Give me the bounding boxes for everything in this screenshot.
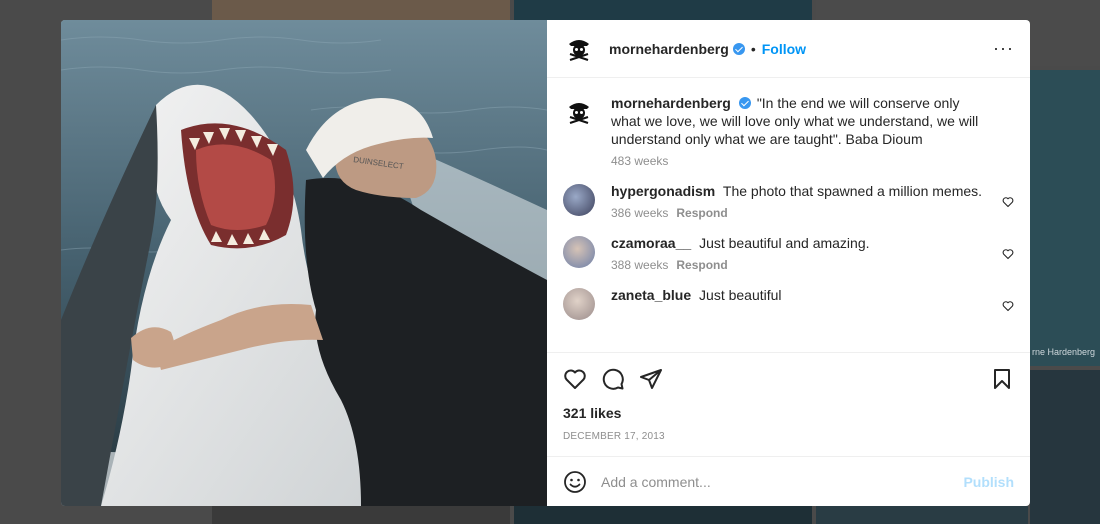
pirate-skull-icon [569,39,589,61]
commenter-username[interactable]: czamoraa__ [611,235,691,251]
comment-text: czamoraa__ Just beautiful and amazing. [611,234,990,252]
comment-item: zaneta_blue Just beautiful [563,286,1014,320]
comment-content: Just beautiful and amazing. [699,235,870,251]
post-details-panel: mornehardenberg • Follow ··· morneharden… [547,20,1030,506]
comment-content: Just beautiful [699,287,782,303]
comment-item: czamoraa__ Just beautiful and amazing. 3… [563,234,1014,274]
author-avatar[interactable] [563,32,595,65]
bookmark-icon[interactable] [990,367,1014,391]
comments-list[interactable]: mornehardenberg "In the end we will conse… [547,78,1030,352]
comment-icon[interactable] [601,367,625,391]
comment-content: The photo that spawned a million memes. [722,183,983,199]
comment-body: hypergonadism The photo that spawned a m… [611,182,1014,222]
verified-badge-icon [738,97,751,109]
action-icons [563,365,1014,393]
post-modal: DUINSELECT mornehardenberg • Follow ··· [61,20,1030,506]
comment-meta: 386 weeks Respond [611,206,990,222]
emoji-icon[interactable] [563,470,587,494]
likes-count[interactable]: 321 likes [563,405,1014,421]
pirate-skull-icon [569,103,589,125]
verified-badge-icon [732,42,745,55]
heart-icon[interactable] [1002,196,1014,208]
respond-button[interactable]: Respond [676,206,727,220]
feed-thumbnail[interactable] [212,506,510,524]
feed-thumbnail[interactable] [1030,70,1100,366]
follow-button[interactable]: Follow [762,41,806,57]
heart-icon[interactable] [1002,248,1014,260]
commenter-avatar[interactable] [563,236,595,268]
commenter-avatar[interactable] [563,184,595,216]
commenter-avatar[interactable] [563,288,595,320]
caption-text: mornehardenberg "In the end we will conse… [611,94,990,148]
more-options-icon[interactable]: ··· [993,38,1014,59]
comment-time[interactable]: 386 weeks [611,206,668,220]
comment-input[interactable] [601,473,964,490]
feed-thumbnail[interactable] [816,506,1028,524]
share-icon[interactable] [639,367,663,391]
commenter-username[interactable]: hypergonadism [611,183,715,199]
post-photo[interactable]: DUINSELECT [61,20,547,506]
post-header: mornehardenberg • Follow ··· [547,20,1030,78]
caption-body: mornehardenberg "In the end we will conse… [611,94,1014,170]
shark-photo-illustration: DUINSELECT [61,20,547,506]
commenter-username[interactable]: zaneta_blue [611,287,691,303]
respond-button[interactable]: Respond [676,258,727,272]
feed-thumbnail[interactable] [514,0,812,20]
comment-body: zaneta_blue Just beautiful [611,286,1014,320]
feed-thumbnail[interactable] [212,0,510,20]
author-avatar[interactable] [563,96,595,128]
comment-time[interactable]: 388 weeks [611,258,668,272]
comment-meta: 388 weeks Respond [611,258,990,274]
post-actions: 321 likes DECEMBER 17, 2013 [547,352,1030,442]
caption-time[interactable]: 483 weeks [611,154,668,168]
heart-icon[interactable] [563,367,587,391]
publish-button[interactable]: Publish [963,474,1014,490]
caption-meta: 483 weeks [611,154,990,170]
feed-thumbnail[interactable] [514,506,812,524]
author-username[interactable]: mornehardenberg [611,95,731,111]
post-caption: mornehardenberg "In the end we will conse… [563,94,1014,170]
heart-icon[interactable] [1002,300,1014,312]
feed-thumbnail-caption: rne Hardenberg [1032,347,1096,357]
post-date[interactable]: DECEMBER 17, 2013 [563,431,1014,442]
add-comment-bar: Publish [547,456,1030,506]
separator-dot: • [750,40,756,57]
author-username[interactable]: mornehardenberg [609,41,729,57]
comment-item: hypergonadism The photo that spawned a m… [563,182,1014,222]
comment-text: zaneta_blue Just beautiful [611,286,990,304]
comment-body: czamoraa__ Just beautiful and amazing. 3… [611,234,1014,274]
feed-thumbnail[interactable] [1030,370,1100,524]
comment-text: hypergonadism The photo that spawned a m… [611,182,990,200]
